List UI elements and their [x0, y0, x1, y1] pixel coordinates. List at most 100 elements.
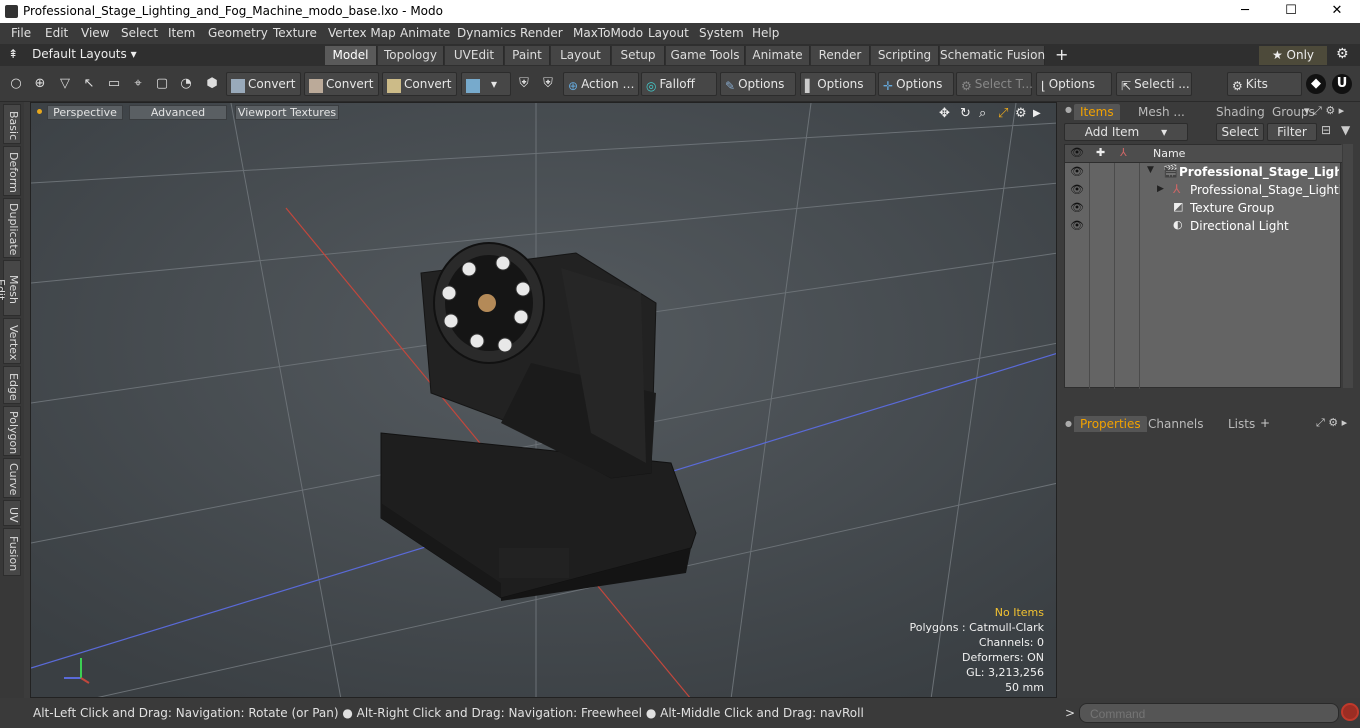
tab-uvedit[interactable]: UVEdit [445, 46, 504, 65]
minimize-button[interactable]: ─ [1222, 0, 1268, 23]
panel-tools-icons[interactable]: ▾ ⤢ ⚙ ▸ [1304, 104, 1344, 118]
visibility-eye-icon[interactable]: 👁 [1070, 201, 1084, 214]
tab-duplicate[interactable]: Duplicate [3, 198, 21, 258]
kits-button[interactable]: ⚙ Kits [1227, 72, 1302, 96]
menu-render[interactable]: Render [520, 26, 563, 40]
symmetry-shield-icon[interactable]: ⛨ [514, 74, 534, 94]
props-tools-icons[interactable]: ⤢ ⚙ ▸ [1316, 416, 1347, 430]
items-list[interactable]: 👁 ✚ ⅄ Name 👁 ▼ 🎬 Professional_Stage_Ligh… [1064, 144, 1342, 389]
funnel-icon[interactable]: ▼ [1341, 123, 1350, 137]
menu-file[interactable]: File [11, 26, 31, 40]
menu-layout[interactable]: Layout [648, 26, 689, 40]
tab-schematic-fusion[interactable]: Schematic Fusion [940, 46, 1045, 65]
tab-edge[interactable]: Edge [3, 366, 21, 404]
list-options-icon[interactable]: ⊟ [1321, 123, 1331, 137]
visibility-eye-icon[interactable]: 👁 [1070, 165, 1084, 178]
tab-items[interactable]: Items [1074, 104, 1120, 120]
unreal-icon[interactable]: U [1332, 74, 1352, 94]
tab-topology[interactable]: Topology [378, 46, 444, 65]
eye-header-icon[interactable]: 👁 [1070, 146, 1084, 159]
falloff-button[interactable]: ◎ Falloff [641, 72, 717, 96]
select-center-icon[interactable]: ▢ [152, 74, 172, 94]
tab-fusion[interactable]: Fusion [3, 528, 21, 576]
add-item-button[interactable]: Add Item ▾ [1064, 123, 1188, 141]
advanced-button[interactable]: Advanced [129, 105, 227, 120]
only-toggle-button[interactable]: ★ Only [1259, 46, 1327, 65]
lock-header-icon[interactable]: ✚ [1096, 146, 1105, 159]
select-edges-icon[interactable]: ⊕ [30, 74, 50, 94]
layout-gear-icon[interactable]: ⚙ [1336, 46, 1349, 62]
menu-edit[interactable]: Edit [45, 26, 68, 40]
rotate-icon[interactable]: ↻ [960, 106, 971, 121]
pan-icon[interactable]: ✥ [939, 106, 950, 121]
select-items-icon[interactable]: ↖ [79, 74, 99, 94]
unity-icon[interactable]: ◆ [1306, 74, 1326, 94]
select-pivot-icon[interactable]: ⌖ [128, 74, 148, 94]
select-materials-icon[interactable]: ▭ [104, 74, 124, 94]
tab-properties[interactable]: Properties [1074, 416, 1147, 432]
tab-lists[interactable]: Lists [1222, 416, 1261, 432]
tab-basic[interactable]: Basic [3, 104, 21, 144]
menu-dynamics[interactable]: Dynamics [457, 26, 516, 40]
add-props-tab-icon[interactable]: + [1260, 416, 1270, 430]
maximize-button[interactable]: ☐ [1268, 0, 1314, 23]
tab-vertex[interactable]: Vertex [3, 318, 21, 364]
options-button-4[interactable]: ⌊ Options [1036, 72, 1112, 96]
menu-item[interactable]: Item [168, 26, 195, 40]
menu-maxtomodo[interactable]: MaxToModo [573, 26, 643, 40]
visibility-eye-icon[interactable]: 👁 [1070, 219, 1084, 232]
select-vertices-icon[interactable]: ○ [6, 74, 26, 94]
tab-setup[interactable]: Setup [612, 46, 665, 65]
snap-dropdown[interactable]: ▾ [461, 72, 511, 96]
close-button[interactable]: ✕ [1314, 0, 1360, 23]
type-header-icon[interactable]: ⅄ [1120, 146, 1127, 159]
tab-shading[interactable]: Shading [1210, 104, 1271, 120]
select-button[interactable]: Select [1216, 123, 1264, 141]
visibility-eye-icon[interactable]: 👁 [1070, 183, 1084, 196]
item-row-mesh[interactable]: 👁 ▶ ⅄ Professional_Stage_Lighting ... [1065, 181, 1342, 199]
tab-game-tools[interactable]: Game Tools [666, 46, 745, 65]
zoom-icon[interactable]: ⌕ [979, 106, 986, 121]
options-button-2[interactable]: ▌ Options [800, 72, 876, 96]
select-ptag-icon[interactable]: ◔ [176, 74, 196, 94]
filter-button[interactable]: Filter [1267, 123, 1317, 141]
convert-button-2[interactable]: Convert [304, 72, 379, 96]
item-row-directional-light[interactable]: 👁 ◐ Directional Light [1065, 217, 1342, 235]
collapse-arrow-icon[interactable]: ▶ [1157, 184, 1164, 194]
expand-arrow-icon[interactable]: ▼ [1147, 165, 1154, 175]
record-macro-icon[interactable] [1341, 703, 1359, 721]
tab-model[interactable]: Model [325, 46, 377, 65]
selection-sets-button[interactable]: ⇱ Selecti ... [1116, 72, 1192, 96]
item-row-scene[interactable]: 👁 ▼ 🎬 Professional_Stage_Lighti... [1065, 163, 1342, 181]
perspective-button[interactable]: Perspective [47, 105, 123, 120]
tab-scripting[interactable]: Scripting [871, 46, 939, 65]
item-row-texture-group[interactable]: 👁 ◩ Texture Group [1065, 199, 1342, 217]
viewport-menu-arrow-icon[interactable]: ▶ [1033, 108, 1041, 119]
3d-viewport[interactable]: Perspective Advanced Viewport Textures ✥… [30, 102, 1057, 698]
select-through-button[interactable]: ⚙ Select T... [956, 72, 1033, 96]
menu-help[interactable]: Help [752, 26, 779, 40]
convert-button-1[interactable]: Convert [226, 72, 301, 96]
viewport-textures-button[interactable]: Viewport Textures [235, 105, 339, 120]
tab-curve[interactable]: Curve [3, 458, 21, 498]
menu-geometry[interactable]: Geometry [208, 26, 268, 40]
command-input[interactable] [1079, 703, 1339, 723]
default-layouts-dropdown[interactable]: ⇞ Default Layouts ▾ [8, 47, 137, 61]
tab-channels[interactable]: Channels [1142, 416, 1210, 432]
tab-layout[interactable]: Layout [551, 46, 611, 65]
items-scrollbar[interactable] [1343, 144, 1353, 388]
tab-animate[interactable]: Animate [746, 46, 810, 65]
menu-view[interactable]: View [81, 26, 109, 40]
tab-mesh-edit[interactable]: Mesh Edit [0, 260, 21, 316]
options-button-3[interactable]: ✛ Options [878, 72, 954, 96]
tab-polygon[interactable]: Polygon [3, 406, 21, 456]
tab-render[interactable]: Render [811, 46, 870, 65]
tab-deform[interactable]: Deform [3, 146, 21, 196]
workplane-shield-icon[interactable]: ⛨ [538, 74, 558, 94]
tab-uv[interactable]: UV [3, 500, 21, 526]
menu-animate[interactable]: Animate [400, 26, 450, 40]
menu-system[interactable]: System [699, 26, 744, 40]
menu-select[interactable]: Select [121, 26, 158, 40]
action-center-button[interactable]: ⊕ Action … [563, 72, 639, 96]
menu-vertex-map[interactable]: Vertex Map [328, 26, 396, 40]
